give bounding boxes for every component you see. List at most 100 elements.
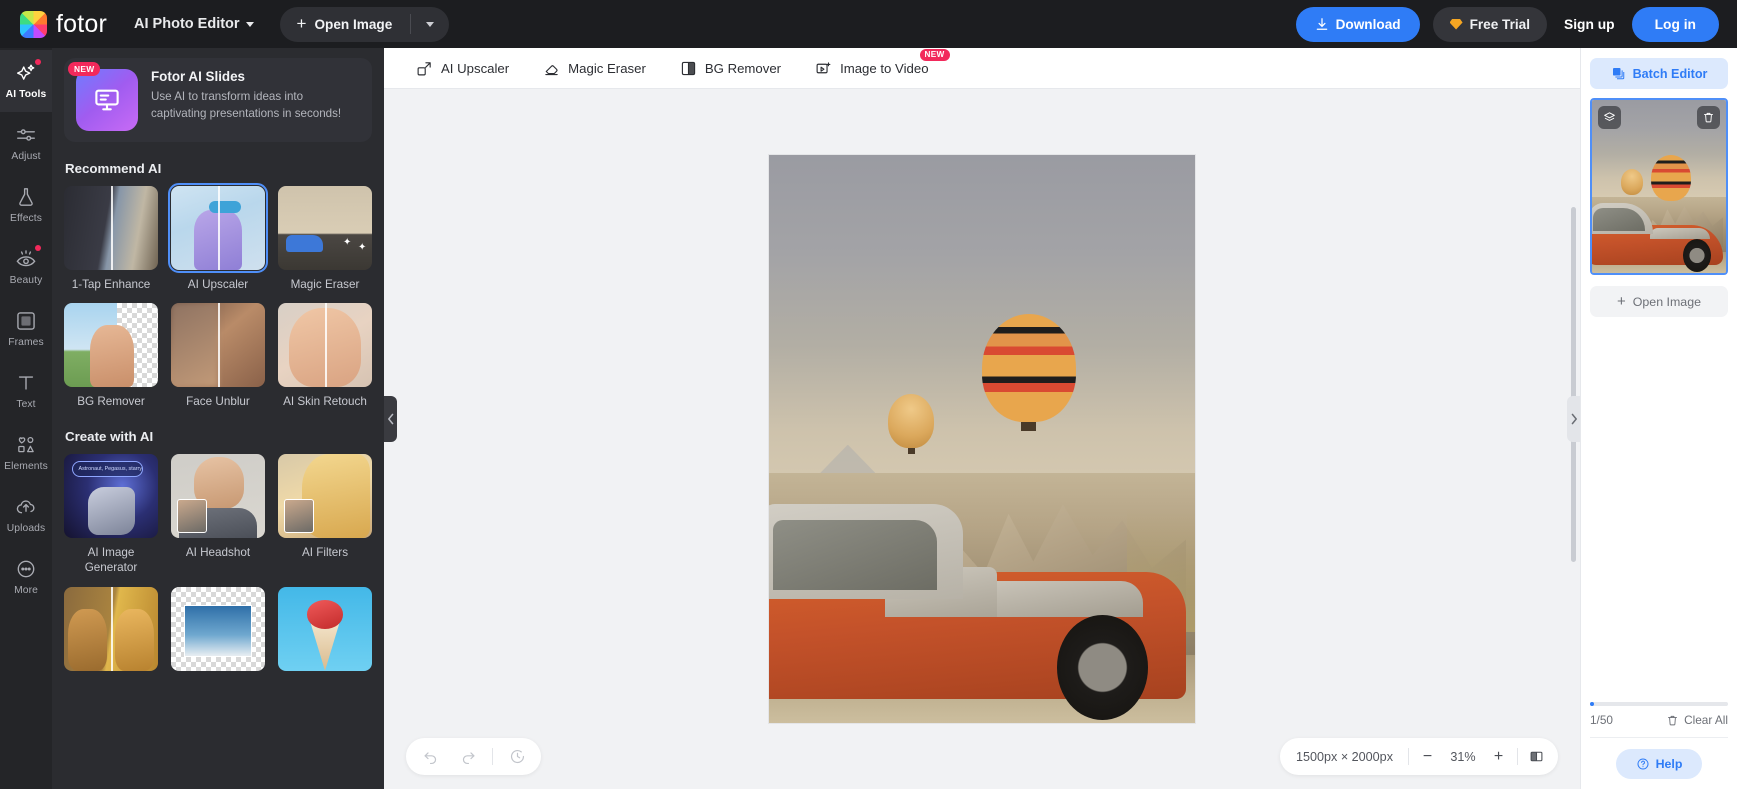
clear-all-label: Clear All <box>1684 713 1728 727</box>
clear-all-button[interactable]: Clear All <box>1666 713 1728 727</box>
section-heading: Recommend AI <box>65 161 162 176</box>
tool-tile-ai-filters[interactable]: AI Filters <box>278 453 372 576</box>
tool-tile-face-unblur[interactable]: Face Unblur <box>171 303 265 409</box>
tile-label: AI Upscaler <box>187 278 249 291</box>
tile-label: 1-Tap Enhance <box>71 278 151 291</box>
brand-logo[interactable]: fotor <box>14 10 107 39</box>
tool-tile-ai-skin-retouch[interactable]: AI Skin Retouch <box>278 303 372 409</box>
top-bar: fotor AI Photo Editor + Open Image Downl… <box>0 0 1737 48</box>
rail-item-beauty[interactable]: Beauty <box>0 236 52 298</box>
canvas-viewport[interactable] <box>384 89 1580 789</box>
rail-item-text[interactable]: Text <box>0 360 52 422</box>
canvas-vertical-scrollbar[interactable] <box>1571 207 1576 562</box>
log-in-button[interactable]: Log in <box>1631 6 1719 42</box>
rail-item-elements[interactable]: Elements <box>0 422 52 484</box>
open-image-group: + Open Image <box>279 6 450 42</box>
batch-progress-bar[interactable] <box>1590 702 1728 706</box>
compare-button[interactable] <box>1521 742 1552 772</box>
rail-item-frames[interactable]: Frames <box>0 298 52 360</box>
sign-up-button[interactable]: Sign up <box>1560 17 1619 32</box>
rail-item-adjust[interactable]: Adjust <box>0 112 52 174</box>
tile-label: AI Headshot <box>185 545 251 559</box>
notification-dot <box>35 59 41 65</box>
classic-convertible-car <box>769 490 1187 720</box>
canvas-tool-label: AI Upscaler <box>441 60 510 76</box>
recommend-ai-section: Recommend AI 1-Tap Enhance AI Upscaler ✦… <box>52 161 384 410</box>
download-button[interactable]: Download <box>1295 6 1420 42</box>
tool-tile-ai-upscaler[interactable]: AI Upscaler <box>168 183 268 292</box>
tool-tile-extra-2[interactable] <box>171 586 265 671</box>
open-image-button-panel[interactable]: + Open Image <box>1590 286 1728 317</box>
tool-tile-magic-eraser[interactable]: ✦ ✦ Magic Eraser <box>278 186 372 292</box>
sparkle-icon: ✦ <box>342 237 352 249</box>
thumb-shape <box>88 487 136 535</box>
promo-title: Fotor AI Slides <box>151 69 245 84</box>
open-image-button[interactable]: + Open Image <box>280 7 411 42</box>
tool-tile-extra-3[interactable] <box>278 586 372 671</box>
layers-button[interactable] <box>1598 106 1621 129</box>
ellipsis-icon <box>17 560 35 578</box>
canvas-tool-magic-eraser[interactable]: Magic Eraser <box>543 60 646 77</box>
canvas-tool-label: Image to Video <box>840 60 929 76</box>
tool-tile-ai-image-generator[interactable]: Astronaut, Pegasus, starry ... AI Image … <box>64 453 158 576</box>
thumb-shape <box>184 605 252 658</box>
tile-thumbnail <box>64 303 158 388</box>
rail-item-effects[interactable]: Effects <box>0 174 52 236</box>
thumb-shape <box>114 608 155 671</box>
tile-thumbnail <box>171 586 265 671</box>
zoom-in-button[interactable]: + <box>1483 742 1514 772</box>
tool-tile-1-tap-enhance[interactable]: 1-Tap Enhance <box>64 186 158 292</box>
notification-dot <box>35 245 41 251</box>
trash-icon <box>1704 112 1713 123</box>
batch-panel: Batch Editor + Open Image 1/50 Clear All… <box>1580 48 1737 789</box>
recommend-ai-grid: 1-Tap Enhance AI Upscaler ✦ ✦ Magic Eras… <box>64 183 372 410</box>
new-badge: NEW <box>919 48 950 61</box>
canvas-image[interactable] <box>769 155 1195 723</box>
canvas-tool-ai-upscaler[interactable]: AI Upscaler <box>416 60 509 77</box>
rail-item-uploads[interactable]: Uploads <box>0 484 52 546</box>
balloon-envelope <box>982 314 1076 423</box>
history-button[interactable] <box>499 742 535 772</box>
tile-label: AI Skin Retouch <box>283 395 367 409</box>
collapse-right-panel-button[interactable] <box>1567 395 1580 442</box>
collapse-left-panel-button[interactable] <box>384 395 397 442</box>
tile-label: AI Image Generator <box>84 545 138 575</box>
tool-tile-ai-headshot[interactable]: AI Headshot <box>171 453 265 576</box>
app-switcher[interactable]: AI Photo Editor <box>134 16 254 32</box>
tile-thumbnail <box>171 453 265 538</box>
promo-text: Fotor AI Slides Use AI to transform idea… <box>151 69 360 131</box>
image-thumbnail-item[interactable] <box>1590 98 1728 275</box>
delete-image-button[interactable] <box>1697 106 1720 129</box>
tile-thumbnail: Astronaut, Pegasus, starry ... <box>64 453 158 538</box>
promo-card-fotor-ai-slides[interactable]: NEW Fotor AI Slides Use AI to transform … <box>64 58 372 142</box>
free-trial-label: Free Trial <box>1469 16 1531 32</box>
thumb-shape <box>67 608 108 671</box>
tool-tile-bg-remover[interactable]: BG Remover <box>64 303 158 409</box>
brand-name: fotor <box>56 9 108 38</box>
canvas-tool-label: Magic Eraser <box>568 60 646 76</box>
batch-footer-row: 1/50 Clear All <box>1590 713 1728 738</box>
balloon-basket <box>907 447 915 454</box>
canvas-tool-image-to-video[interactable]: Image to Video NEW <box>815 48 950 77</box>
batch-editor-icon <box>1612 68 1624 80</box>
promo-description: Use AI to transform ideas into captivati… <box>151 90 342 120</box>
image-counter: 1/50 <box>1590 713 1613 727</box>
text-icon <box>18 376 34 390</box>
ai-tools-panel: NEW Fotor AI Slides Use AI to transform … <box>52 48 384 789</box>
help-button[interactable]: Help <box>1616 749 1702 779</box>
redo-button[interactable] <box>450 742 486 772</box>
rail-item-more[interactable]: More <box>0 546 52 608</box>
batch-editor-button[interactable]: Batch Editor <box>1590 58 1728 89</box>
undo-button[interactable] <box>412 742 448 772</box>
rail-item-label: Uploads <box>6 523 46 534</box>
open-image-dropdown-button[interactable] <box>411 7 449 42</box>
zoom-level[interactable]: 31% <box>1446 750 1480 764</box>
canvas-tool-bg-remover[interactable]: BG Remover <box>680 60 781 77</box>
classic-convertible-car <box>1592 199 1724 272</box>
free-trial-button[interactable]: Free Trial <box>1432 6 1548 42</box>
car-tonneau-cover <box>1650 227 1710 240</box>
thumb-shape <box>289 308 361 388</box>
tool-tile-extra-1[interactable] <box>64 586 158 671</box>
rail-item-ai-tools[interactable]: AI Tools <box>0 50 52 112</box>
zoom-out-button[interactable]: − <box>1412 742 1443 772</box>
